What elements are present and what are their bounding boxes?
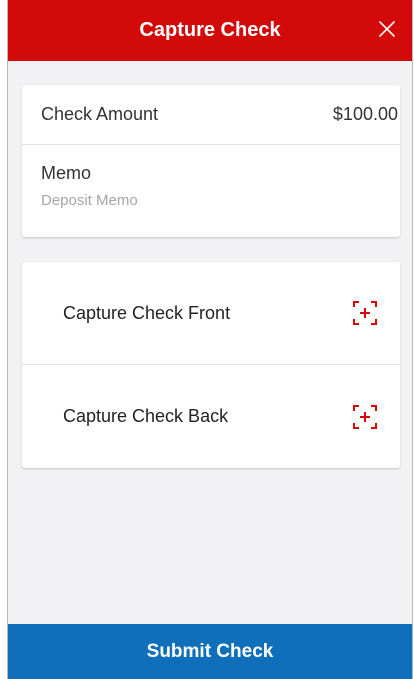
capture-front-button[interactable]: Capture Check Front [22, 262, 400, 365]
submit-check-button[interactable]: Submit Check [8, 624, 412, 679]
capture-front-label: Capture Check Front [63, 302, 231, 323]
capture-card: Capture Check Front Capture Check Back [22, 262, 400, 468]
close-button[interactable] [374, 16, 400, 42]
memo-label: Memo [41, 163, 92, 183]
camera-capture-icon [353, 301, 377, 325]
memo-input[interactable] [41, 192, 381, 209]
submit-check-label: Submit Check [146, 640, 274, 662]
close-icon [379, 21, 395, 37]
camera-capture-icon [353, 404, 377, 429]
app-frame: Capture Check Check Amount $100.00 Memo … [7, 0, 413, 679]
capture-back-label: Capture Check Back [63, 406, 229, 426]
memo-row: Memo [22, 145, 400, 209]
page-title: Capture Check [139, 19, 281, 41]
check-amount-label: Check Amount [41, 104, 159, 124]
check-amount-row[interactable]: Check Amount $100.00 [22, 85, 400, 145]
check-details-card: Check Amount $100.00 Memo [22, 85, 400, 237]
header-bar: Capture Check [8, 0, 412, 61]
check-amount-value: $100.00 [332, 104, 398, 124]
capture-back-button[interactable]: Capture Check Back [22, 365, 400, 468]
